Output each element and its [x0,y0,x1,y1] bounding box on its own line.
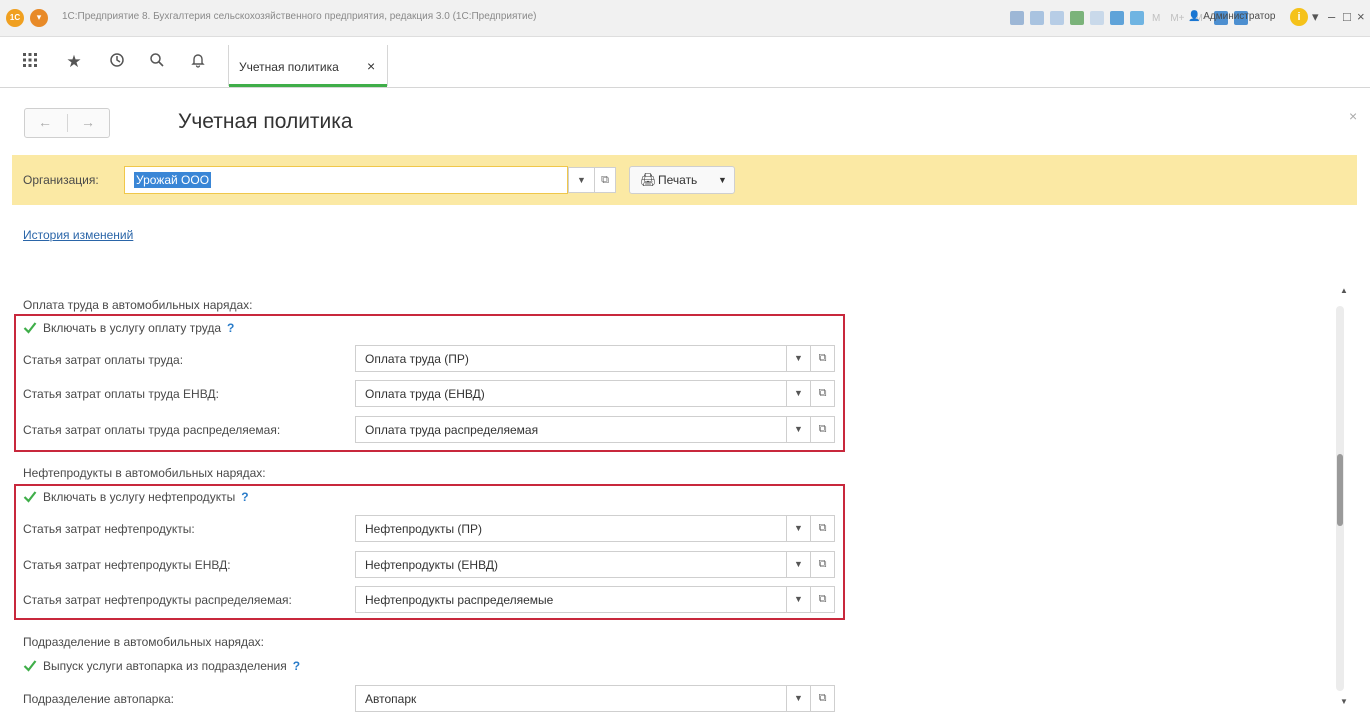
printer-icon: 🖨 [640,172,657,187]
field-value: Автопарк [365,692,417,706]
field-label: Статья затрат оплаты труда распределяема… [23,423,281,437]
field-input[interactable]: Оплата труда (ПР) [355,345,787,372]
help-icon[interactable]: ? [241,490,248,504]
field-input[interactable]: Оплата труда (ЕНВД) [355,380,787,407]
scroll-down-arrow[interactable]: ▼ [1340,697,1348,706]
field-value: Оплата труда (ЕНВД) [365,387,485,401]
memory-m-button[interactable]: M [1152,13,1160,24]
star-icon[interactable]: ★ [64,52,84,72]
organization-label: Организация: [23,173,99,187]
help-icon[interactable]: ? [293,659,300,673]
forward-button[interactable]: → [68,114,108,130]
tab-label: Учетная политика [239,60,339,74]
dropdown-icon[interactable]: ▼ [787,515,811,542]
back-button[interactable]: ← [25,114,65,130]
calculator-icon[interactable] [1110,11,1124,25]
field-label: Статья затрат нефтепродукты: [23,522,195,536]
checkbox-label: Включать в услугу нефтепродукты [43,490,236,504]
checkbox-row-fuel[interactable]: Включать в услугу нефтепродукты ? [23,490,249,504]
close-tab-icon[interactable]: × [367,58,375,74]
checkbox-row-labor[interactable]: Включать в услугу оплату труда ? [23,321,234,335]
history-link[interactable]: История изменений [23,228,133,242]
checkbox-row-department[interactable]: Выпуск услуги автопарка из подразделения… [23,659,300,673]
field-input[interactable]: Оплата труда распределяемая [355,416,787,443]
field-value: Нефтепродукты (ЕНВД) [365,558,498,572]
app-logo: 1С [6,9,24,27]
field-value: Оплата труда распределяемая [365,423,539,437]
active-tab-indicator [229,84,387,87]
current-user-name: Администратор [1203,11,1276,22]
checkbox-label: Выпуск услуги автопарка из подразделения [43,659,287,673]
open-icon[interactable]: ⧉ [811,515,835,542]
field-value: Оплата труда (ПР) [365,352,469,366]
close-form-icon[interactable]: × [1349,108,1357,124]
print-label: Печать [658,173,698,187]
dropdown-icon[interactable]: ▼ [787,345,811,372]
window-title: 1С:Предприятие 8. Бухгалтерия сельскохоз… [62,11,537,22]
memory-plus-button[interactable]: M+ [1170,13,1184,24]
window-titlebar: 1С ▾ 1С:Предприятие 8. Бухгалтерия сельс… [0,0,1370,37]
section-title-labor: Оплата труда в автомобильных нарядах: [23,298,253,312]
link-icon[interactable] [1070,11,1084,25]
checkbox-checked-icon[interactable] [23,659,37,673]
field-input[interactable]: Нефтепродукты распределяемые [355,586,787,613]
open-icon[interactable]: ⧉ [811,586,835,613]
checkbox-checked-icon[interactable] [23,490,37,504]
print-button[interactable]: 🖨 Печать ▼ [629,166,735,194]
scrollbar-thumb[interactable] [1337,454,1343,526]
field-label: Статья затрат оплаты труда ЕНВД: [23,387,219,401]
main-menu-button[interactable]: ▾ [30,9,48,27]
open-icon[interactable]: ⧉ [811,380,835,407]
minimize-button[interactable]: – [1328,9,1335,24]
organization-value: Урожай ООО [134,172,212,188]
field-label: Статья затрат нефтепродукты распределяем… [23,593,292,607]
info-icon[interactable]: i [1290,8,1308,26]
field-input[interactable]: Нефтепродукты (ПР) [355,515,787,542]
preview-icon[interactable] [1050,11,1064,25]
open-icon[interactable]: ⧉ [811,685,835,712]
calendar-icon[interactable] [1130,11,1144,25]
current-user[interactable]: 👤 Администратор [1188,11,1275,22]
apps-grid-icon[interactable] [20,52,40,73]
dropdown-icon[interactable]: ▼ [787,380,811,407]
tab-accounting-policy[interactable]: Учетная политика × [228,45,388,87]
field-input[interactable]: Автопарк [355,685,787,712]
field-label: Подразделение автопарка: [23,692,174,706]
organization-panel: Организация: Урожай ООО ▼ ⧉ 🖨 Печать ▼ [12,155,1357,205]
dropdown-icon[interactable]: ▼ [787,586,811,613]
checkbox-checked-icon[interactable] [23,321,37,335]
open-icon[interactable]: ⧉ [811,551,835,578]
section-bar: ★ Учетная политика × [0,37,1370,88]
copy-icon[interactable] [1090,11,1104,25]
chevron-down-icon: ▼ [718,175,727,185]
open-icon[interactable]: ⧉ [811,416,835,443]
organization-open-icon[interactable]: ⧉ [594,167,616,193]
dropdown-icon[interactable]: ▼ [787,685,811,712]
print-icon[interactable] [1030,11,1044,25]
page-title: Учетная политика [178,110,353,133]
help-icon[interactable]: ? [227,321,234,335]
section-title-department: Подразделение в автомобильных нарядах: [23,635,264,649]
close-window-button[interactable]: × [1357,9,1365,24]
organization-dropdown-icon[interactable]: ▼ [568,167,594,193]
section-title-fuel: Нефтепродукты в автомобильных нарядах: [23,466,266,480]
open-icon[interactable]: ⧉ [811,345,835,372]
history-icon[interactable] [107,52,127,73]
maximize-button[interactable]: □ [1343,9,1351,24]
dropdown-icon[interactable]: ▼ [787,551,811,578]
titlebar-menu-icon[interactable]: ▾ [1312,9,1319,25]
checkbox-label: Включать в услугу оплату труда [43,321,222,335]
field-input[interactable]: Нефтепродукты (ЕНВД) [355,551,787,578]
field-label: Статья затрат оплаты труда: [23,353,184,367]
dropdown-icon[interactable]: ▼ [787,416,811,443]
organization-input[interactable]: Урожай ООО [124,166,568,194]
field-value: Нефтепродукты (ПР) [365,522,483,536]
search-icon[interactable] [147,52,167,73]
field-value: Нефтепродукты распределяемые [365,593,554,607]
bell-icon[interactable] [188,52,208,73]
save-icon[interactable] [1010,11,1024,25]
navigation-buttons: ← → [24,108,110,138]
scroll-up-arrow[interactable]: ▲ [1340,286,1348,295]
field-label: Статья затрат нефтепродукты ЕНВД: [23,558,231,572]
